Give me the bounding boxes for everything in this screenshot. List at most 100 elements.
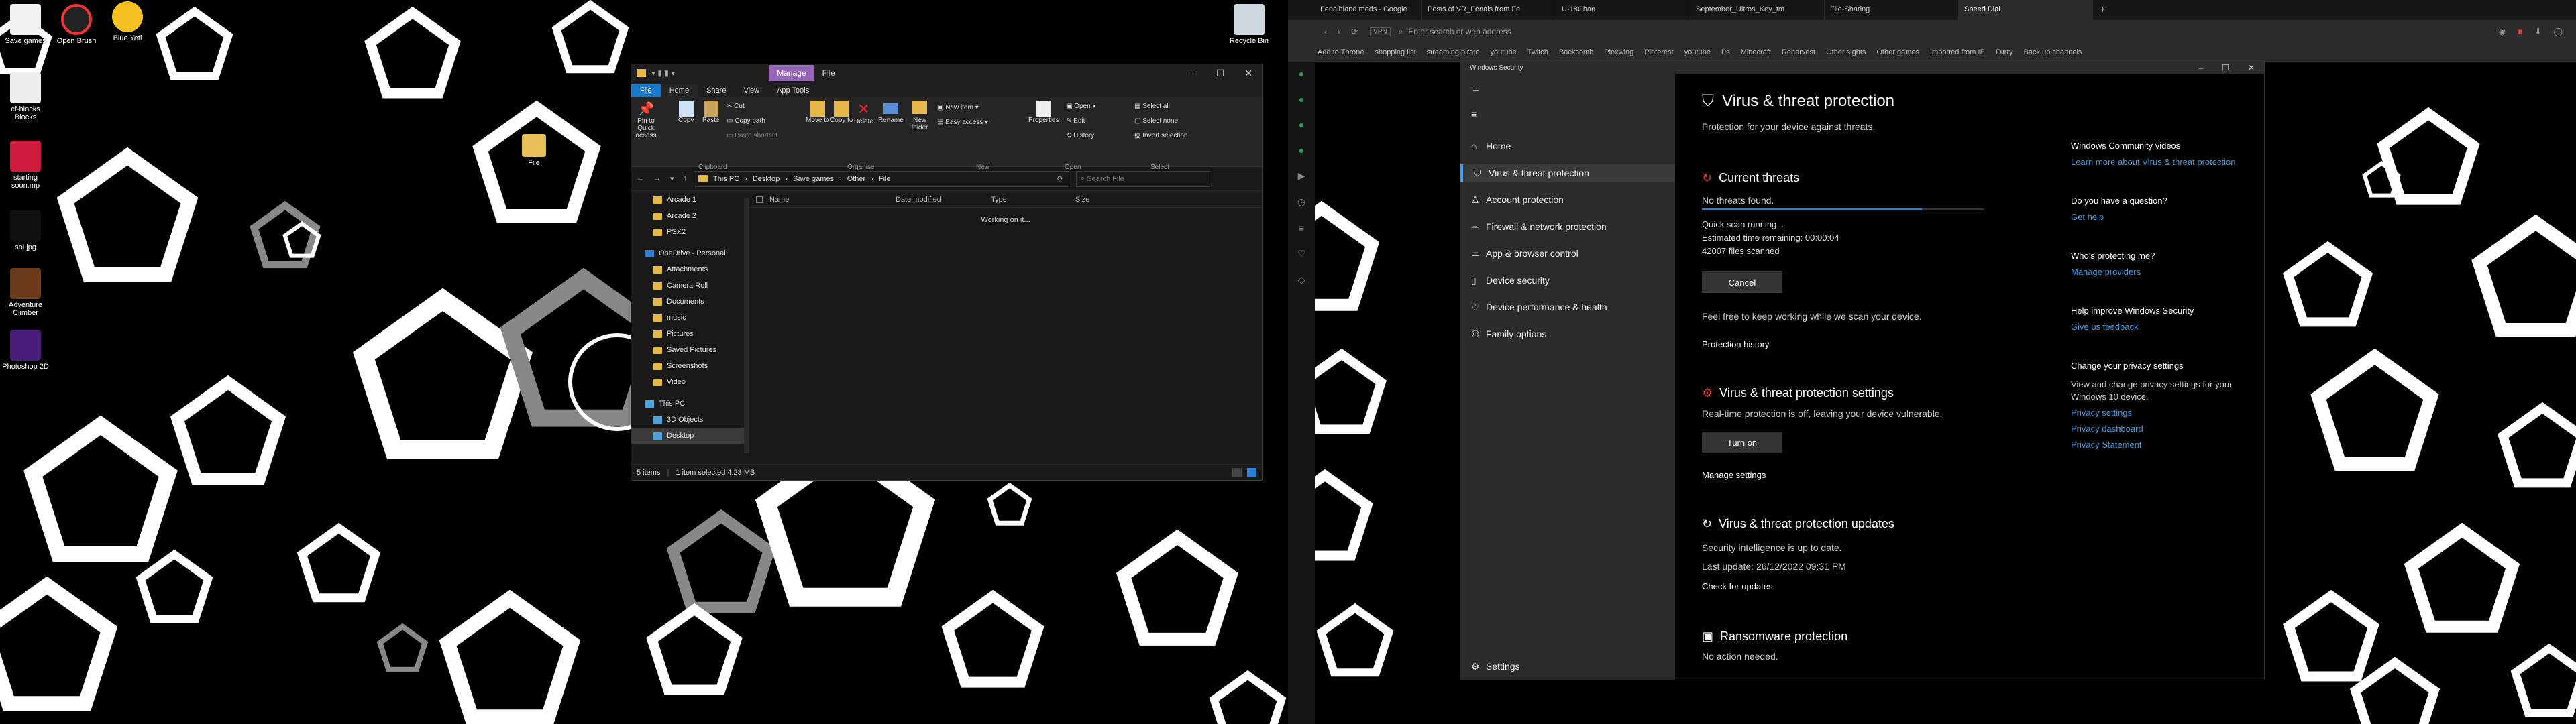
details-view-icon[interactable] <box>1232 467 1242 477</box>
paste-button[interactable]: Paste <box>702 101 720 124</box>
whatsapp-icon[interactable]: ● <box>1299 94 1304 105</box>
nav-item[interactable]: Documents <box>631 294 747 310</box>
refresh-icon[interactable]: ⟳ <box>1057 174 1069 183</box>
nav-device-performance[interactable]: ♡ Device performance & health <box>1471 298 1607 316</box>
music-icon[interactable]: ● <box>1299 145 1304 156</box>
tab-view[interactable]: View <box>735 84 768 97</box>
window-titlebar[interactable]: Windows Security – ☐ ✕ <box>1460 61 2264 74</box>
breadcrumb-item[interactable]: Other <box>847 175 866 183</box>
nav-settings[interactable]: ⚙ Settings <box>1471 658 1520 675</box>
desktop-icon-blocks[interactable]: cf-blocks Blocks <box>0 72 51 121</box>
forward-icon[interactable]: › <box>1338 27 1340 36</box>
nav-item[interactable]: Camera Roll <box>631 278 747 294</box>
back-arrow-icon[interactable]: ← <box>637 174 644 183</box>
nav-item[interactable]: Arcade 1 <box>631 192 747 208</box>
manage-providers-link[interactable]: Manage providers <box>2071 266 2259 278</box>
desktop-icon-photoshop[interactable]: Photoshop 2D <box>0 330 51 371</box>
explorer-titlebar[interactable]: ▾ ▮ ▮ ▾ Manage File – ☐ ✕ <box>631 64 1262 82</box>
nav-item[interactable]: Attachments <box>631 261 747 278</box>
bookmark-item[interactable]: shopping list <box>1375 48 1416 56</box>
copy-to-button[interactable]: Copy to <box>830 101 853 124</box>
move-to-button[interactable]: Move to <box>806 101 830 124</box>
bookmark-item[interactable]: streaming pirate <box>1427 48 1480 56</box>
nav-virus-threat-selected[interactable]: ⛉ Virus & threat protection <box>1460 164 1675 182</box>
nav-device-security[interactable]: ▯ Device security <box>1471 272 1550 289</box>
extension-icon[interactable]: ■ <box>2518 27 2522 36</box>
feedback-link[interactable]: Give us feedback <box>2071 321 2259 333</box>
camera-icon[interactable]: ◉ <box>2499 27 2506 36</box>
privacy-statement-link[interactable]: Privacy Statement <box>2071 439 2259 451</box>
breadcrumb-item[interactable]: This PC <box>713 175 739 183</box>
delete-button[interactable]: ✕ Delete <box>854 101 873 125</box>
manage-settings-link[interactable]: Manage settings <box>1702 470 1766 480</box>
play-icon[interactable]: ▶ <box>1298 170 1305 182</box>
learn-more-link[interactable]: Learn more about Virus & threat protecti… <box>2071 156 2259 168</box>
minimize-icon[interactable]: – <box>2198 63 2203 72</box>
nav-item[interactable]: OneDrive - Personal <box>631 245 747 261</box>
select-all-checkbox[interactable] <box>756 196 763 203</box>
desktop-icon-recycle-bin[interactable]: Recycle Bin <box>1224 4 1275 45</box>
messenger-icon[interactable]: ● <box>1299 68 1304 79</box>
desktop-icon-open-brush[interactable]: Open Brush <box>51 4 102 45</box>
close-icon[interactable]: ✕ <box>1244 68 1252 79</box>
tab-share[interactable]: Share <box>698 84 735 97</box>
column-date-modified[interactable]: Date modified <box>896 196 941 204</box>
nav-firewall[interactable]: ⌯ Firewall & network protection <box>1471 218 1607 235</box>
browser-tab[interactable]: U-18Chan <box>1556 0 1690 20</box>
nav-scrollbar[interactable] <box>744 198 749 453</box>
nav-item[interactable]: music <box>631 310 747 326</box>
recent-chevron-icon[interactable]: ▾ <box>670 174 674 183</box>
file-explorer-window[interactable]: ▾ ▮ ▮ ▾ Manage File – ☐ ✕ File Home Share … <box>631 64 1263 481</box>
copy-path-button[interactable]: ▭ Copy path <box>727 114 777 129</box>
desktop-icon-sol[interactable]: sol.jpg <box>0 210 51 251</box>
nav-item-selected[interactable]: Desktop <box>631 428 747 444</box>
nav-app-browser-control[interactable]: ▭ App & browser control <box>1471 245 1578 262</box>
column-name[interactable]: Name <box>769 196 789 204</box>
maximize-icon[interactable]: ☐ <box>2222 63 2229 72</box>
tab-app-tools[interactable]: App Tools <box>768 84 818 97</box>
address-bar[interactable]: This PC › Desktop › Save games › Other › Fil… <box>694 170 1070 187</box>
nav-item[interactable]: 3D Objects <box>631 412 747 428</box>
forward-arrow-icon[interactable]: → <box>653 174 661 183</box>
address-input[interactable]: Enter search or web address <box>1408 27 2280 36</box>
privacy-settings-link[interactable]: Privacy settings <box>2071 407 2259 419</box>
bookmark-item[interactable]: Minecraft <box>1741 48 1771 56</box>
select-all-button[interactable]: ▦ Select all <box>1134 99 1188 114</box>
get-help-link[interactable]: Get help <box>2071 211 2259 223</box>
easy-access-button[interactable]: ▤ Easy access ▾ <box>937 115 988 130</box>
nav-account-protection[interactable]: ♙ Account protection <box>1471 191 1564 208</box>
manage-context-tab[interactable]: Manage <box>769 65 814 81</box>
tab-home[interactable]: Home <box>660 84 698 97</box>
bookmark-item[interactable]: Furry <box>1996 48 2013 56</box>
edit-button[interactable]: ✎ Edit <box>1066 114 1096 129</box>
open-button[interactable]: ▣ Open ▾ <box>1066 99 1096 114</box>
quick-access-toolbar-icon[interactable]: ▾ ▮ ▮ ▾ <box>651 68 675 78</box>
nav-item[interactable]: PSX2 <box>631 224 747 240</box>
heart-icon[interactable]: ♡ <box>1297 248 1306 259</box>
breadcrumb-item[interactable]: File <box>879 175 891 183</box>
nav-family-options[interactable]: ⚇ Family options <box>1471 325 1546 343</box>
bookmark-item[interactable]: Pinterest <box>1644 48 1673 56</box>
desktop-icon-save-games[interactable]: Save games <box>0 4 51 45</box>
invert-selection-button[interactable]: ▧ Invert selection <box>1134 129 1188 143</box>
rename-button[interactable]: Rename <box>878 101 904 124</box>
browser-tab[interactable]: Posts of VR_Fenals from Fe <box>1422 0 1556 20</box>
browser-tab-active[interactable]: Speed Dial <box>1959 0 2093 20</box>
breadcrumb-item[interactable]: Desktop <box>753 175 780 183</box>
check-updates-link[interactable]: Check for updates <box>1702 581 1773 591</box>
minimize-icon[interactable]: – <box>1191 68 1196 79</box>
protection-history-link[interactable]: Protection history <box>1702 339 1769 349</box>
bookmark-item[interactable]: Other games <box>1876 48 1919 56</box>
column-size[interactable]: Size <box>1075 196 1089 204</box>
privacy-dashboard-link[interactable]: Privacy dashboard <box>2071 423 2259 435</box>
bookmark-item[interactable]: Backcomb <box>1559 48 1593 56</box>
desktop-icon-adventure-climber[interactable]: Adventure Climber <box>0 268 51 317</box>
windows-security-window[interactable]: Windows Security – ☐ ✕ ← ≡ ⌂ Home ⛉ Virus & … <box>1460 60 2265 680</box>
browser-tab[interactable]: September_Ultros_Key_tm <box>1690 0 1825 20</box>
vpn-icon[interactable]: VPN <box>1370 27 1391 36</box>
desktop-icon-starting-soon[interactable]: starting soon.mp <box>0 141 51 190</box>
column-type[interactable]: Type <box>991 196 1007 204</box>
nav-item[interactable]: This PC <box>631 396 747 412</box>
history-icon[interactable]: ◷ <box>1297 196 1305 208</box>
bookmark-item[interactable]: youtube <box>1491 48 1517 56</box>
